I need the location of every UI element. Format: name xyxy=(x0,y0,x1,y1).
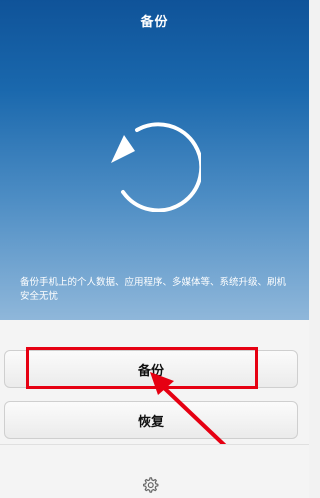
restore-button[interactable]: 恢复 xyxy=(4,401,298,439)
hero-banner: 备份 备份手机上的个人数据、应用程序、多媒体等、系统升级、刷机安全无忧 xyxy=(0,0,309,320)
backup-description: 备份手机上的个人数据、应用程序、多媒体等、系统升级、刷机安全无忧 xyxy=(20,277,287,302)
page-title: 备份 xyxy=(140,15,169,30)
gear-icon[interactable] xyxy=(141,476,159,494)
backup-button[interactable]: 备份 xyxy=(4,350,298,388)
restore-button-label: 恢复 xyxy=(137,414,164,430)
backup-circular-arrow-icon xyxy=(111,122,201,212)
backup-button-label: 备份 xyxy=(137,363,164,379)
